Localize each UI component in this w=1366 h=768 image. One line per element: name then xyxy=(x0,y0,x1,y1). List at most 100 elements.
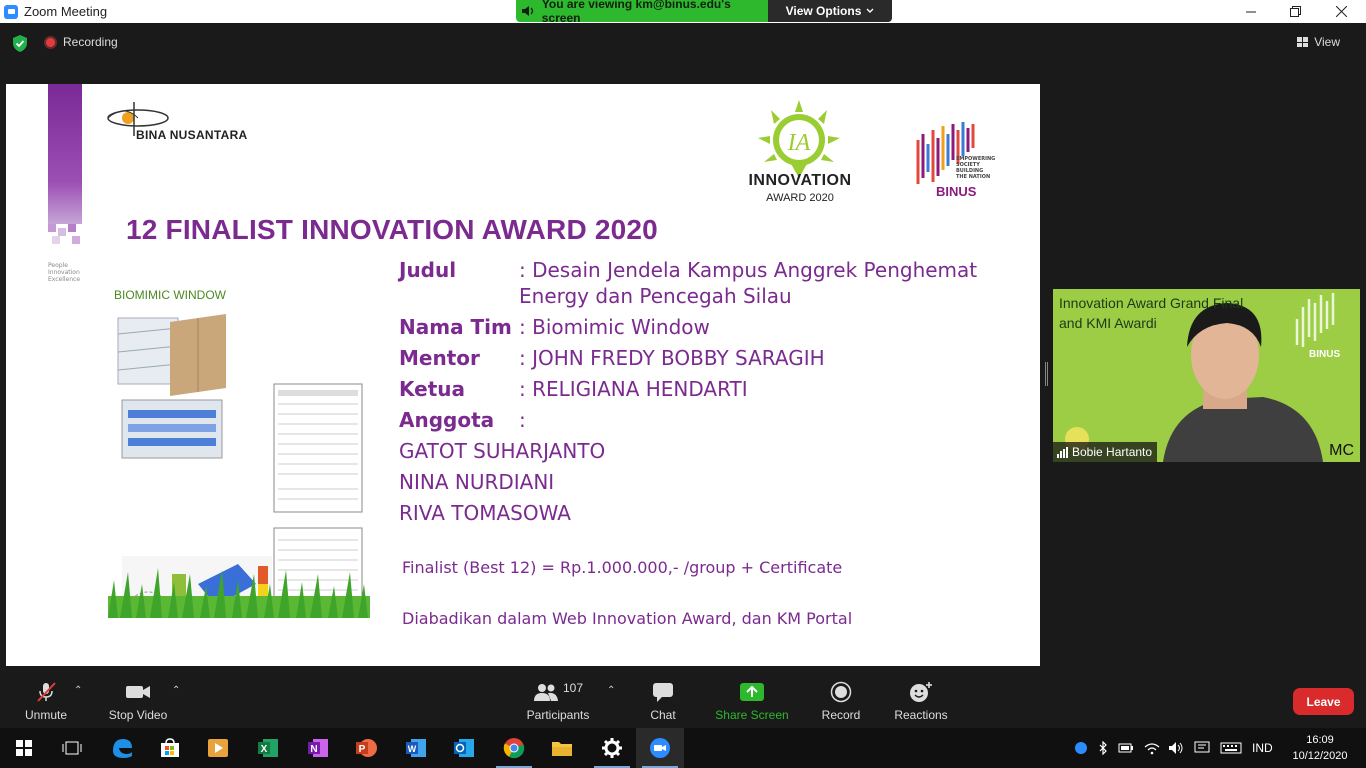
prize-text: Finalist (Best 12) = Rp.1.000.000,- /gro… xyxy=(402,558,843,577)
slide-purple-tiles xyxy=(48,224,84,246)
zoom-tray-icon[interactable] xyxy=(1074,742,1088,754)
taskbar-word[interactable]: W xyxy=(392,728,440,768)
participants-button[interactable]: 107 Participants xyxy=(526,667,590,728)
slide-purple-bar xyxy=(48,84,82,224)
view-options-button[interactable]: View Options xyxy=(768,0,892,22)
taskbar-powerpoint[interactable]: P xyxy=(342,728,390,768)
chrome-icon xyxy=(503,738,525,759)
viewing-banner: You are viewing km@binus.edu's screen Vi… xyxy=(516,0,892,25)
share-screen-button[interactable]: Share Screen xyxy=(712,667,792,728)
panel-resize-handle[interactable] xyxy=(1045,362,1048,386)
close-button[interactable] xyxy=(1318,0,1364,23)
reactions-label: Reactions xyxy=(894,708,948,722)
stop-video-button[interactable]: Stop Video xyxy=(104,667,172,728)
svg-text:BINUS: BINUS xyxy=(1309,349,1340,360)
info-value: : RELIGIANA HENDARTI xyxy=(519,377,748,401)
task-view-button[interactable] xyxy=(48,728,96,768)
recording-indicator[interactable]: Recording xyxy=(44,35,118,49)
leave-button[interactable]: Leave xyxy=(1293,688,1354,715)
taskbar-settings[interactable] xyxy=(588,728,636,768)
speaker-icon xyxy=(522,6,534,16)
record-label: Record xyxy=(821,708,861,722)
mc-corner-text: MC xyxy=(1329,442,1354,459)
chat-bubble-icon xyxy=(653,683,673,702)
zoom-icon xyxy=(650,738,670,758)
chat-button[interactable]: Chat xyxy=(640,667,686,728)
taskbar-outlook[interactable] xyxy=(440,728,488,768)
connection-signal-icon xyxy=(1057,446,1068,458)
notifications-icon[interactable] xyxy=(1194,741,1210,755)
start-button[interactable] xyxy=(0,728,48,768)
maximize-button[interactable] xyxy=(1272,0,1318,23)
record-button[interactable]: Record xyxy=(816,667,866,728)
bina-nusantara-text: BINA NUSANTARA xyxy=(136,128,248,142)
view-button[interactable]: View xyxy=(1297,35,1340,49)
security-shield-icon[interactable] xyxy=(12,35,28,52)
innovation-award-text: INNOVATION xyxy=(748,172,852,189)
participants-icon xyxy=(533,684,558,701)
record-icon xyxy=(830,681,852,703)
info-label: Judul xyxy=(399,258,457,282)
volume-icon[interactable] xyxy=(1168,741,1184,755)
taskbar-zoom[interactable] xyxy=(636,728,684,768)
video-overlay-text: Innovation Award Grand Final and KMI Awa… xyxy=(1059,295,1244,331)
info-value: : Desain Jendela Kampus Anggrek Penghema… xyxy=(519,258,978,282)
bluetooth-icon[interactable] xyxy=(1098,741,1108,755)
audio-options-caret[interactable]: ⌃ xyxy=(74,685,82,696)
participants-label: Participants xyxy=(526,708,590,722)
stop-video-label: Stop Video xyxy=(108,708,168,722)
participant-name: Bobie Hartanto xyxy=(1072,445,1153,459)
system-tray: IND xyxy=(1074,728,1273,768)
grid-view-icon xyxy=(1297,37,1309,47)
bina-nusantara-tagline: People Innovation Excellence xyxy=(48,262,81,283)
recording-dot-icon xyxy=(44,35,57,49)
info-value: : xyxy=(519,408,526,432)
taskbar-chrome[interactable] xyxy=(490,728,538,768)
meeting-toolbar: Unmute ⌃ Stop Video ⌃ 107 Participants ⌃… xyxy=(0,667,1366,728)
taskbar-onenote[interactable]: N xyxy=(294,728,342,768)
taskbar-clock[interactable]: 16:09 10/12/2020 xyxy=(1290,732,1350,764)
viewing-indicator: You are viewing km@binus.edu's screen xyxy=(516,0,768,25)
participant-video[interactable]: BINUS Innovation Award Grand Final and K… xyxy=(1053,289,1360,462)
reactions-smiley-icon xyxy=(910,682,932,702)
shared-screen-slide: People Innovation Excellence BINA NUSANT… xyxy=(6,84,1040,666)
info-label: Mentor xyxy=(399,346,480,370)
folder-icon xyxy=(552,742,572,756)
minimize-icon xyxy=(1246,11,1256,12)
window-title: Zoom Meeting xyxy=(24,4,108,19)
windows-logo-icon xyxy=(16,740,32,756)
participants-options-caret[interactable]: ⌃ xyxy=(607,685,615,696)
taskbar-edge[interactable] xyxy=(98,728,146,768)
keyboard-icon[interactable] xyxy=(1220,742,1242,754)
blue-panel-image xyxy=(121,399,223,459)
view-label: View xyxy=(1314,35,1340,49)
input-language[interactable]: IND xyxy=(1252,741,1273,755)
minimize-button[interactable] xyxy=(1228,0,1274,23)
clock-date: 10/12/2020 xyxy=(1292,750,1348,762)
taskbar-media-player[interactable] xyxy=(194,728,242,768)
onenote-icon: N xyxy=(308,739,328,757)
reactions-button[interactable]: Reactions xyxy=(890,667,952,728)
meeting-topbar: Recording View xyxy=(0,23,1366,63)
battery-icon[interactable] xyxy=(1118,742,1134,754)
biomimic-window-illustration: BIOMIMIC WINDOW xyxy=(108,284,370,618)
unmute-button[interactable]: Unmute xyxy=(18,667,74,728)
participants-count: 107 xyxy=(562,681,584,695)
participant-nameplate: Bobie Hartanto xyxy=(1053,442,1158,462)
slide-title: 12 FINALIST INNOVATION AWARD 2020 xyxy=(126,214,658,245)
video-options-caret[interactable]: ⌃ xyxy=(172,685,180,696)
member-name: NINA NURDIANI xyxy=(399,470,555,494)
wifi-icon[interactable] xyxy=(1144,741,1160,755)
recording-label: Recording xyxy=(63,35,118,49)
taskbar-store[interactable] xyxy=(146,728,194,768)
media-player-icon xyxy=(208,739,228,757)
chat-label: Chat xyxy=(650,708,676,722)
taskbar-file-explorer[interactable] xyxy=(538,728,586,768)
taskbar-excel[interactable]: X xyxy=(244,728,292,768)
svg-text:IA: IA xyxy=(787,130,811,156)
task-view-icon xyxy=(62,741,82,755)
portal-note: Diabadikan dalam Web Innovation Award, d… xyxy=(402,609,853,628)
member-name: GATOT SUHARJANTO xyxy=(399,439,606,463)
viewing-text: You are viewing km@binus.edu's screen xyxy=(541,0,731,25)
svg-text:N: N xyxy=(310,744,317,755)
